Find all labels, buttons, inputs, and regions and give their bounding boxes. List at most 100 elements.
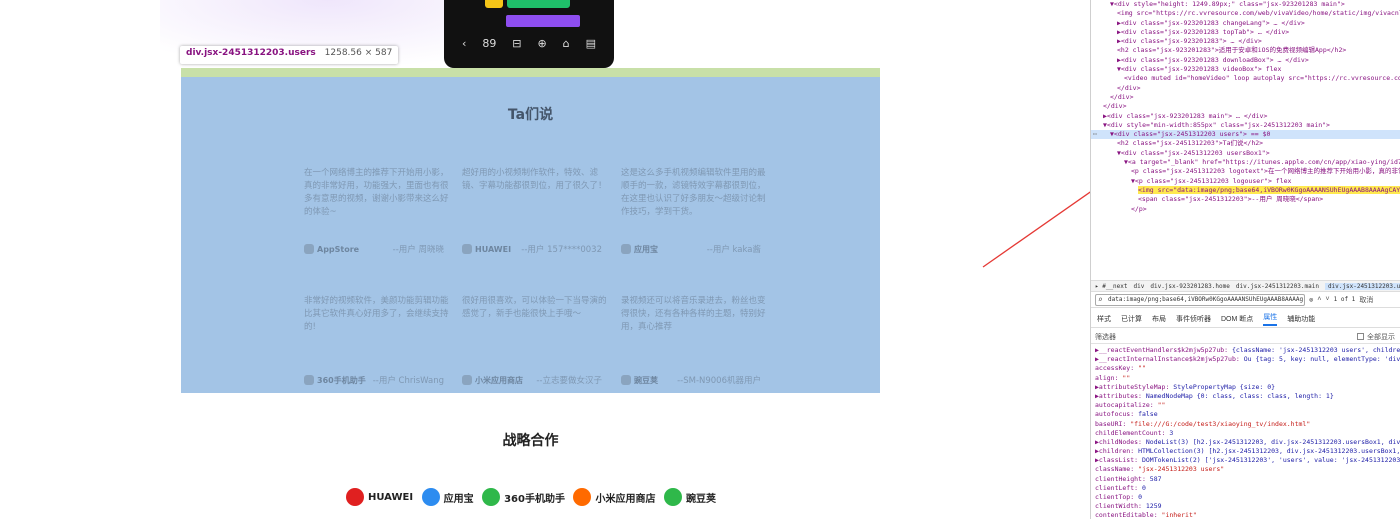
property-row[interactable]: ▶attributes: NamedNodeMap {0: class, cla… bbox=[1095, 392, 1400, 401]
property-row[interactable]: clientLeft: 0 bbox=[1095, 484, 1400, 493]
property-value: "" bbox=[1138, 364, 1146, 373]
property-row[interactable]: clientHeight: 587 bbox=[1095, 475, 1400, 484]
dom-node-row[interactable]: ▶<div class="jsx-923201283 changeLang"> … bbox=[1091, 19, 1400, 28]
dom-node-text: ▼<div style="min-width:855px" class="jsx… bbox=[1103, 120, 1330, 129]
dom-node-text: </div> bbox=[1117, 83, 1141, 92]
dom-node-text: </p> bbox=[1131, 204, 1147, 213]
dom-node-text: <h2 class="jsx-2451312203">Ta们说</h2> bbox=[1117, 139, 1264, 148]
checkbox-icon bbox=[1357, 333, 1364, 340]
property-key: autocapitalize: bbox=[1095, 401, 1154, 410]
dom-node-row[interactable]: <img src="data:image/png;base64,iVBORw0K… bbox=[1091, 185, 1400, 195]
dom-node-row[interactable]: </div> bbox=[1091, 102, 1400, 111]
chevron-up-icon[interactable]: ˄ bbox=[1317, 295, 1321, 304]
property-row[interactable]: baseURI: "file:///G:/code/test3/xiaoying… bbox=[1095, 420, 1400, 429]
show-all-checkbox[interactable]: 全部显示 bbox=[1357, 332, 1395, 342]
dom-node-row[interactable]: ▼<a target="_blank" href="https://itunes… bbox=[1091, 158, 1400, 167]
property-value: "inherit" bbox=[1161, 511, 1197, 519]
dom-node-row[interactable]: ▶<div class="jsx-923201283 topTab"> … </… bbox=[1091, 28, 1400, 37]
search-count: 1 of 1 bbox=[1333, 296, 1356, 303]
property-value: "file:///G:/code/test3/xiaoying_tv/index… bbox=[1130, 419, 1311, 428]
dom-node-row[interactable]: ▼<div style="height: 1249.89px;" class="… bbox=[1091, 0, 1400, 9]
property-key: className: bbox=[1095, 465, 1135, 474]
dom-node-row[interactable]: <span class="jsx-2451312203">--用户 周晓晓</s… bbox=[1091, 195, 1400, 204]
breadcrumb: ▸ #__next div div.jsx-923201283.home div.js… bbox=[1091, 280, 1400, 292]
property-value: NamedNodeMap {0: class, class: class, le… bbox=[1145, 391, 1334, 400]
dom-node-text: <video muted id="homeVideo" loop autopla… bbox=[1124, 74, 1400, 83]
breadcrumb-item[interactable]: div.jsx-2451312203.main bbox=[1236, 283, 1319, 290]
property-row[interactable]: accessKey: "" bbox=[1095, 364, 1400, 373]
close-icon[interactable]: ⊗ bbox=[1309, 296, 1313, 304]
dom-node-row[interactable]: </div> bbox=[1091, 93, 1400, 102]
more-icon[interactable]: ⋯ bbox=[1093, 130, 1097, 139]
show-all-label: 全部显示 bbox=[1367, 333, 1395, 341]
property-key: clientHeight: bbox=[1095, 474, 1146, 483]
property-row[interactable]: ▶childNodes: NodeList(3) [h2.jsx-2451312… bbox=[1095, 438, 1400, 447]
dom-node-row[interactable]: </p> bbox=[1091, 205, 1400, 214]
property-row[interactable]: autocapitalize: "" bbox=[1095, 401, 1400, 410]
property-key: autofocus: bbox=[1095, 410, 1135, 419]
dom-node-row[interactable]: <video muted id="homeVideo" loop autopla… bbox=[1091, 74, 1400, 83]
tab-item[interactable]: 辅助功能 bbox=[1287, 314, 1315, 324]
filter-input[interactable]: 筛选器 bbox=[1095, 332, 1116, 342]
property-value: "" bbox=[1157, 401, 1166, 410]
dom-node-text: </div> bbox=[1103, 102, 1127, 111]
property-value: "jsx-2451312203 users" bbox=[1138, 465, 1225, 474]
dom-node-row[interactable]: <h2 class="jsx-2451312203">Ta们说</h2> bbox=[1091, 139, 1400, 148]
property-key: ▶attributeStyleMap: bbox=[1095, 382, 1170, 391]
tab-item[interactable]: 样式 bbox=[1097, 314, 1111, 324]
dom-node-row[interactable]: </div> bbox=[1091, 84, 1400, 93]
chevron-down-icon[interactable]: ˅ bbox=[1325, 295, 1329, 304]
sidebar-tabs: 样式 已计算 布局 事件侦听器 DOM 断点 属性 辅助功能 bbox=[1091, 310, 1400, 328]
dom-node-text: ▶<div class="jsx-923201283 downloadBox">… bbox=[1117, 55, 1309, 64]
property-value: HTMLCollection(3) [h2.jsx-2451312203, di… bbox=[1138, 447, 1400, 456]
property-row[interactable]: ▶__reactInternalInstance$k2mjw5p27ub: Ou… bbox=[1095, 355, 1400, 364]
web-page: ‹ 89 ⊟ ⊕ ⌂ ▤ div.jsx-2451312203.users 12… bbox=[0, 0, 1090, 519]
property-key: ▶childNodes: bbox=[1095, 437, 1142, 446]
dom-node-row[interactable]: <p class="jsx-2451312203 logotext">在一个网络… bbox=[1091, 167, 1400, 176]
dom-node-text: <img src="data:image/png;base64,iVBORw0K… bbox=[1138, 185, 1400, 194]
annotation-arrow bbox=[982, 191, 1090, 268]
cancel-search-button[interactable]: 取消 bbox=[1359, 295, 1373, 305]
property-row[interactable]: autofocus: false bbox=[1095, 410, 1400, 419]
breadcrumb-item[interactable]: div.jsx-2451312203.users bbox=[1324, 282, 1400, 290]
property-key: align: bbox=[1095, 373, 1119, 382]
property-value: 1259 bbox=[1145, 502, 1162, 511]
property-row[interactable]: childElementCount: 3 bbox=[1095, 429, 1400, 438]
tab-item[interactable]: 已计算 bbox=[1121, 314, 1142, 324]
dom-node-row[interactable]: ▶<div class="jsx-923201283 downloadBox">… bbox=[1091, 56, 1400, 65]
breadcrumb-item[interactable]: ▸ #__next bbox=[1095, 283, 1128, 290]
tab-item[interactable]: DOM 断点 bbox=[1221, 314, 1253, 324]
property-row[interactable]: className: "jsx-2451312203 users" bbox=[1095, 465, 1400, 474]
property-row[interactable]: ▶children: HTMLCollection(3) [h2.jsx-245… bbox=[1095, 447, 1400, 456]
dom-node-text: ▼<p class="jsx-2451312203 logouser"> fle… bbox=[1131, 176, 1292, 185]
dom-node-row[interactable]: ▶<div class="jsx-923201283 main"> … </di… bbox=[1091, 112, 1400, 121]
tab-item[interactable]: 布局 bbox=[1152, 314, 1166, 324]
dom-node-row[interactable]: <h2 class="jsx-923201283">适用于安卓和iOS的免费视频… bbox=[1091, 46, 1400, 55]
tab-item[interactable]: 事件侦听器 bbox=[1176, 314, 1211, 324]
property-value: 0 bbox=[1138, 493, 1142, 501]
property-row[interactable]: clientWidth: 1259 bbox=[1095, 502, 1400, 511]
search-input[interactable]: data:image/png;base64,iVBORw0KGgoAAAANSU… bbox=[1095, 293, 1305, 306]
dom-node-row[interactable]: ▼<p class="jsx-2451312203 logouser"> fle… bbox=[1091, 177, 1400, 186]
dom-node-text: ▼<div class="jsx-2451312203 usersBox1"> bbox=[1117, 148, 1270, 157]
dom-node-row[interactable]: ▼<div class="jsx-923201283 videoBox"> fl… bbox=[1091, 65, 1400, 74]
property-row[interactable]: ▶__reactEventHandlers$k2mjw5p27ub: {clas… bbox=[1095, 346, 1400, 355]
dom-node-row[interactable]: ▼<div class="jsx-2451312203 users"> == $… bbox=[1091, 130, 1400, 140]
dom-node-text: <h2 class="jsx-923201283">适用于安卓和iOS的免费视频… bbox=[1117, 46, 1347, 55]
property-row[interactable]: ▶attributeStyleMap: StylePropertyMap {si… bbox=[1095, 383, 1400, 392]
dom-node-row[interactable]: <img src="https://rc.vvresource.com/web/… bbox=[1091, 9, 1400, 18]
dom-node-row[interactable]: ▶<div class="jsx-923201283"> … </div> bbox=[1091, 37, 1400, 46]
dom-node-text: ▼<a target="_blank" href="https://itunes… bbox=[1124, 158, 1400, 167]
property-value: {className: 'jsx-2451312203 users', chil… bbox=[1231, 346, 1400, 354]
property-row[interactable]: contentEditable: "inherit" bbox=[1095, 511, 1400, 519]
property-row[interactable]: ▶classList: DOMTokenList(2) ['jsx-245131… bbox=[1095, 456, 1400, 465]
tab-item[interactable]: 属性 bbox=[1263, 312, 1278, 326]
property-row[interactable]: clientTop: 0 bbox=[1095, 493, 1400, 502]
dom-node-text: ▶<div class="jsx-923201283"> … </div> bbox=[1117, 37, 1262, 46]
dom-node-text: <span class="jsx-2451312203">--用户 周晓晓</s… bbox=[1138, 195, 1324, 204]
dom-node-row[interactable]: ▼<div class="jsx-2451312203 usersBox1"> bbox=[1091, 149, 1400, 158]
breadcrumb-item[interactable]: div.jsx-923201283.home bbox=[1150, 283, 1229, 290]
breadcrumb-item[interactable]: div bbox=[1134, 283, 1145, 290]
property-row[interactable]: align: "" bbox=[1095, 374, 1400, 383]
dom-node-row[interactable]: ▼<div style="min-width:855px" class="jsx… bbox=[1091, 121, 1400, 130]
